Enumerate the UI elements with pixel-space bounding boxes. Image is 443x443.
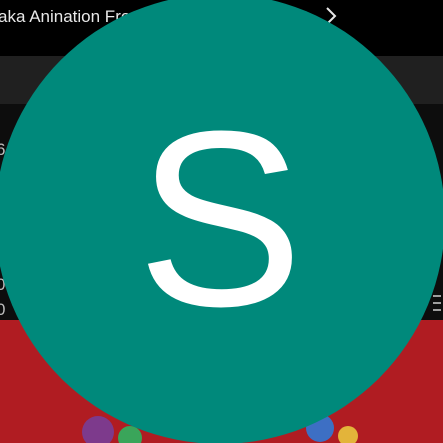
avatar-initial: S (136, 79, 304, 358)
user-avatar[interactable]: S (0, 0, 443, 443)
screen: aka Anination From 6 0 0 S (0, 0, 443, 443)
